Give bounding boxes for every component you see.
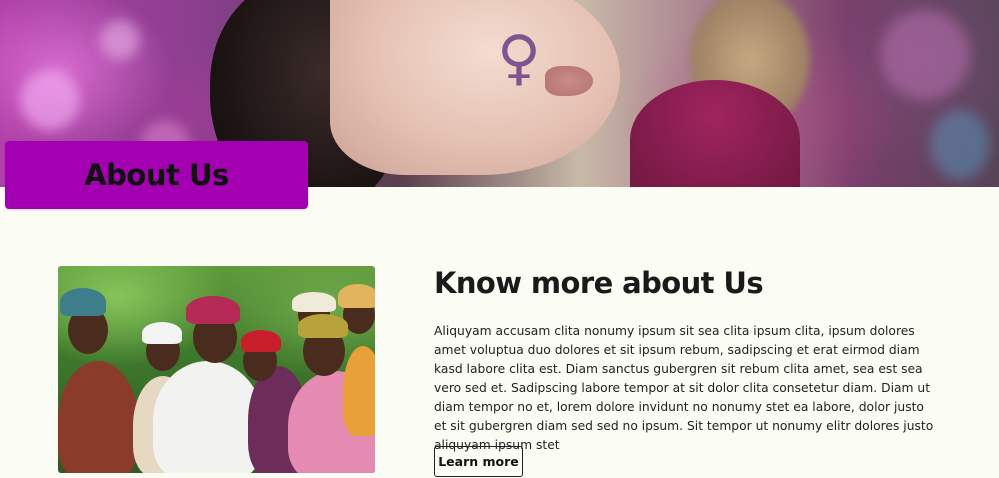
- about-photo: [58, 266, 375, 473]
- photo-headwrap: [241, 330, 281, 352]
- hero-bokeh-light: [880, 10, 970, 100]
- about-content: Know more about Us Aliquyam accusam clit…: [434, 262, 954, 455]
- hero-bokeh-light: [930, 110, 990, 180]
- section-heading: Know more about Us: [434, 266, 764, 300]
- venus-symbol-icon: ♀: [497, 23, 541, 93]
- about-title-box: About Us: [5, 141, 308, 209]
- photo-headwrap: [292, 292, 336, 312]
- photo-headwrap: [298, 314, 348, 338]
- hero-lips: [545, 66, 593, 96]
- photo-headwrap: [186, 296, 240, 324]
- learn-more-button[interactable]: Learn more: [434, 446, 523, 477]
- photo-headwrap: [60, 288, 106, 316]
- photo-person: [58, 361, 138, 473]
- section-body-text: Aliquyam accusam clita nonumy ipsum sit …: [434, 324, 934, 452]
- page-title: About Us: [84, 158, 229, 192]
- photo-person: [343, 346, 375, 436]
- photo-headwrap: [142, 322, 182, 344]
- hero-bokeh-light: [100, 20, 140, 60]
- hero-bokeh-light: [20, 70, 80, 130]
- photo-person: [153, 361, 263, 473]
- photo-headwrap: [338, 284, 375, 308]
